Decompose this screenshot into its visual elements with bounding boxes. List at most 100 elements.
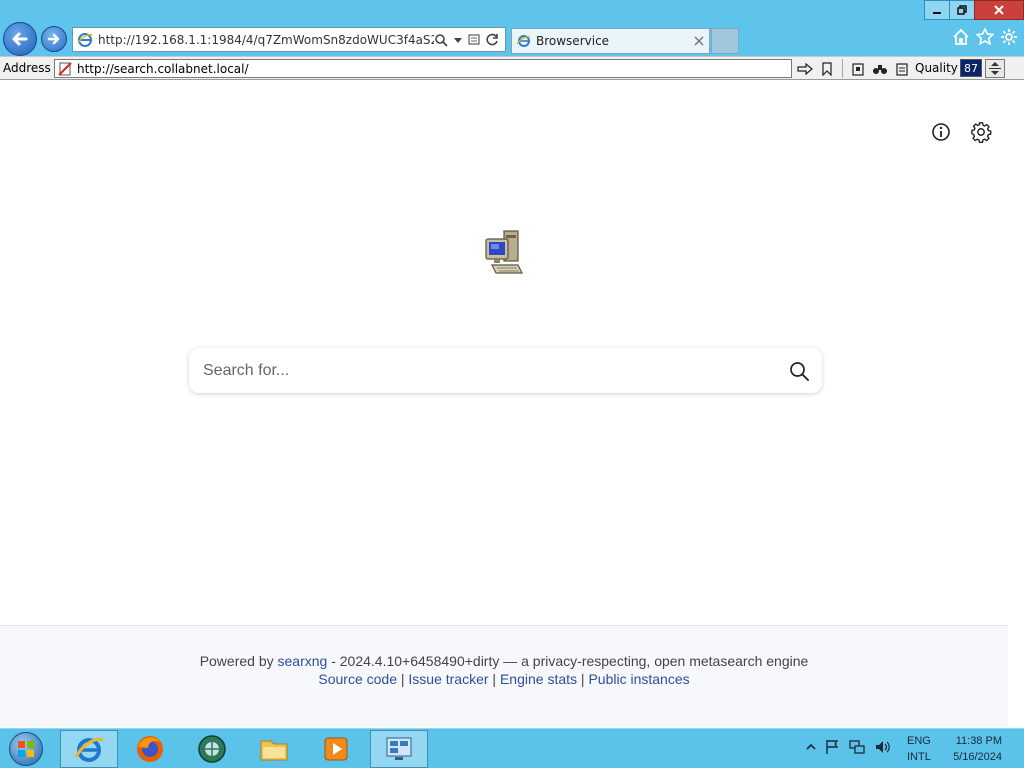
browser-right-icons <box>952 28 1018 46</box>
search-input[interactable] <box>189 348 776 393</box>
info-link[interactable] <box>930 121 952 143</box>
restore-icon <box>957 5 967 15</box>
url-tools <box>434 33 505 47</box>
source-code-link[interactable]: Source code <box>318 671 397 687</box>
computer-logo <box>482 229 526 281</box>
go-button[interactable] <box>796 59 814 78</box>
address-field[interactable]: http://search.collabnet.local/ <box>54 59 792 78</box>
taskbar-remote-desktop[interactable] <box>370 730 428 768</box>
start-button[interactable] <box>6 731 46 767</box>
clipboard-button[interactable] <box>849 59 867 78</box>
taskbar-network-app[interactable] <box>183 730 241 768</box>
go-arrow-icon <box>797 62 813 75</box>
dropdown-arrow-icon[interactable] <box>454 36 462 44</box>
clock[interactable]: 11:38 PM 5/16/2024 <box>946 733 1002 765</box>
network-icon[interactable] <box>848 739 866 755</box>
language-indicator[interactable]: ENG INTL <box>907 733 931 765</box>
refresh-icon[interactable] <box>486 33 499 46</box>
toolbar-separator <box>842 59 843 78</box>
bookmark-button[interactable] <box>818 59 836 78</box>
top-links <box>930 121 992 143</box>
page-scrollbar[interactable] <box>1008 81 1024 727</box>
bookmark-icon <box>822 61 832 76</box>
searxng-link[interactable]: searxng <box>278 653 328 669</box>
remote-desktop-icon <box>386 737 412 760</box>
powered-prefix: Powered by <box>199 653 278 669</box>
close-button[interactable] <box>974 0 1024 20</box>
language-line2: INTL <box>907 751 931 763</box>
action-center-flag-icon[interactable] <box>824 739 840 755</box>
footer-separator: | <box>577 671 589 687</box>
binoculars-icon <box>873 64 887 74</box>
home-icon[interactable] <box>952 28 970 46</box>
address-toolbar: Address http://search.collabnet.local/ Q… <box>0 56 1024 80</box>
info-icon <box>932 123 950 141</box>
search-icon <box>790 361 809 381</box>
tab-browservice[interactable]: Browservice <box>511 28 710 54</box>
footer-separator: | <box>488 671 500 687</box>
firefox-icon <box>137 736 163 762</box>
taskbar-file-explorer[interactable] <box>245 730 303 768</box>
gear-icon <box>971 122 992 143</box>
windows-flag-icon <box>18 741 34 757</box>
ie-tab-icon <box>517 35 531 47</box>
quality-spinner[interactable] <box>985 59 1005 78</box>
toolbar-icons <box>796 59 911 78</box>
clipboard-icon <box>852 62 864 76</box>
new-tab-button[interactable] <box>711 28 739 54</box>
issue-tracker-link[interactable]: Issue tracker <box>408 671 488 687</box>
close-icon <box>994 5 1004 15</box>
globe-app-icon <box>198 735 226 763</box>
tab-title: Browservice <box>536 34 610 48</box>
search-box <box>189 348 822 393</box>
browser-titlebar: http://192.168.1.1:1984/4/q7ZmWomSn8zdoW… <box>0 0 1024 56</box>
language-line1: ENG <box>907 735 931 747</box>
powered-suffix: - 2024.4.10+6458490+dirty — a privacy-re… <box>327 653 809 669</box>
taskbar: ENG INTL 11:38 PM 5/16/2024 <box>0 728 1024 768</box>
taskbar-internet-explorer[interactable] <box>60 730 118 768</box>
find-button[interactable] <box>871 59 889 78</box>
window-controls <box>924 0 1024 20</box>
computer-logo-icon <box>485 230 523 274</box>
address-text: http://search.collabnet.local/ <box>77 61 249 76</box>
folder-icon <box>260 740 288 761</box>
ie-page-icon <box>77 32 93 47</box>
system-tray <box>806 739 892 755</box>
compatibility-view-icon[interactable] <box>468 33 480 46</box>
engine-stats-link[interactable]: Engine stats <box>500 671 577 687</box>
quality-label: Quality <box>915 61 958 75</box>
footer: Powered by searxng - 2024.4.10+6458490+d… <box>0 625 1008 727</box>
page-content: Powered by searxng - 2024.4.10+6458490+d… <box>0 81 1008 727</box>
taskbar-firefox[interactable] <box>121 730 179 768</box>
favorites-star-icon[interactable] <box>976 28 994 46</box>
footer-separator: | <box>396 671 409 687</box>
paste-button[interactable] <box>893 59 911 78</box>
windows-logo-icon <box>9 732 43 766</box>
quality-value[interactable]: 87 <box>960 59 982 77</box>
minimize-icon <box>933 12 941 14</box>
internet-explorer-icon <box>74 737 104 762</box>
settings-link[interactable] <box>970 121 992 143</box>
public-instances-link[interactable]: Public instances <box>588 671 689 687</box>
footer-powered-line: Powered by searxng - 2024.4.10+6458490+d… <box>0 653 1008 669</box>
clock-time: 11:38 PM <box>955 735 1002 747</box>
back-arrow-icon <box>12 32 28 46</box>
paste-icon <box>896 62 908 76</box>
search-button[interactable] <box>776 348 822 393</box>
restore-button[interactable] <box>949 0 975 20</box>
volume-icon[interactable] <box>874 739 892 755</box>
taskbar-media-player[interactable] <box>307 730 365 768</box>
browser-url-box[interactable]: http://192.168.1.1:1984/4/q7ZmWomSn8zdoW… <box>72 27 506 52</box>
forward-button[interactable] <box>41 26 67 52</box>
show-hidden-icons-icon[interactable] <box>806 742 816 752</box>
forward-arrow-icon <box>47 33 60 45</box>
browser-url-text: http://192.168.1.1:1984/4/q7ZmWomSn8zdoW… <box>98 32 434 47</box>
insecure-page-icon <box>58 61 72 76</box>
back-button[interactable] <box>3 22 37 56</box>
tools-gear-icon[interactable] <box>1000 28 1018 46</box>
footer-links: Source code | Issue tracker | Engine sta… <box>0 671 1008 687</box>
minimize-button[interactable] <box>924 0 950 20</box>
search-icon[interactable] <box>434 33 448 47</box>
close-tab-icon[interactable] <box>694 36 704 46</box>
spinner-arrows-icon <box>989 62 1001 75</box>
